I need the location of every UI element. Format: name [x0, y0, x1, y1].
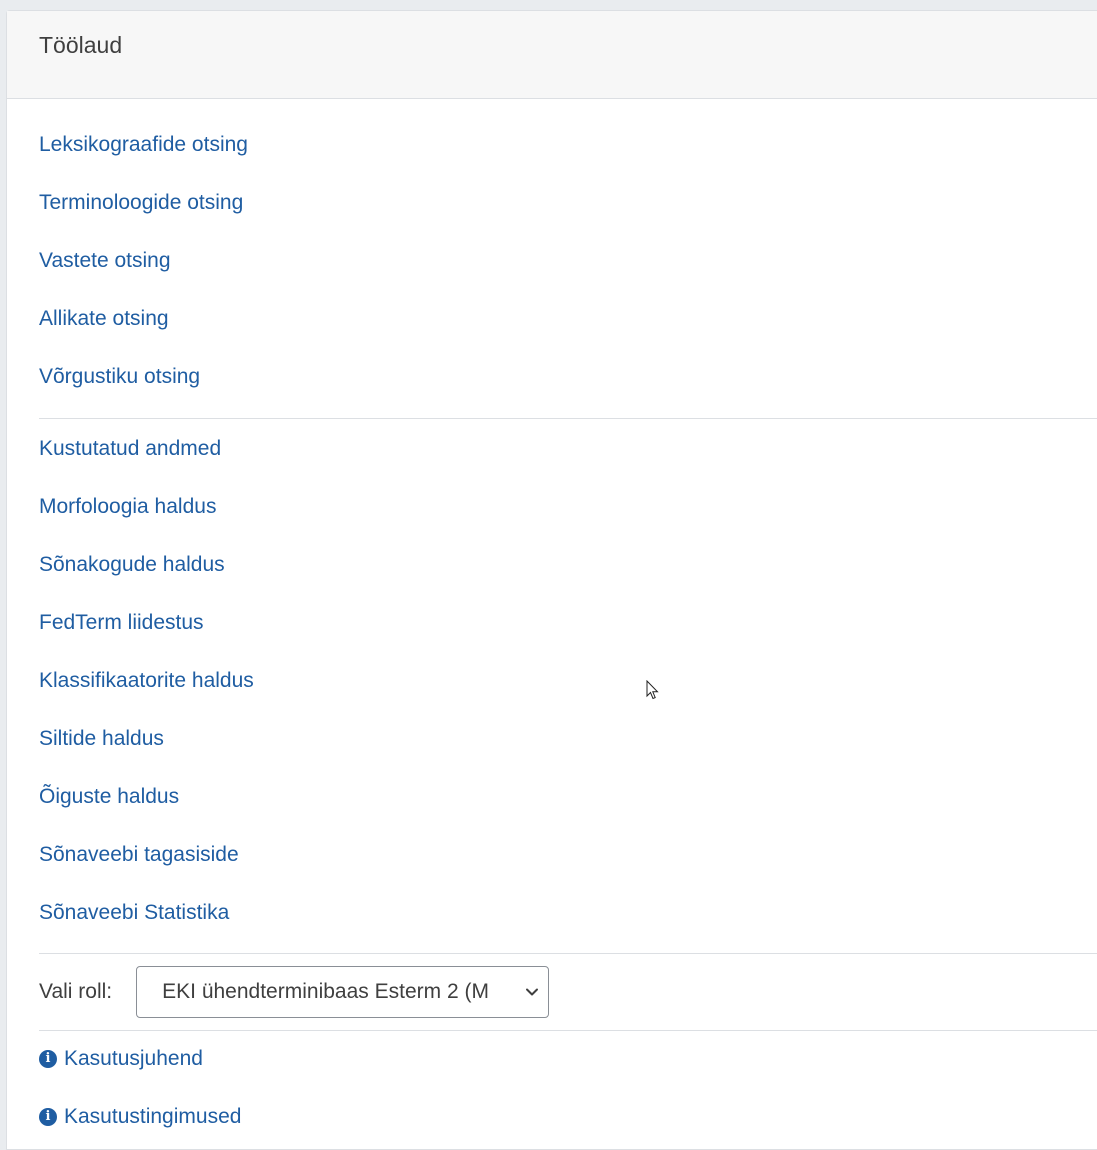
link-leksikograafide-otsing[interactable]: Leksikograafide otsing	[39, 132, 1097, 158]
link-terminoloogide-otsing[interactable]: Terminoloogide otsing	[39, 190, 1097, 216]
link-vorgustiku-otsing[interactable]: Võrgustiku otsing	[39, 364, 1097, 390]
link-klassifikaatorite-haldus[interactable]: Klassifikaatorite haldus	[39, 668, 1097, 694]
info-circle-icon: i	[39, 1108, 57, 1126]
link-label: Kasutustingimused	[64, 1105, 242, 1128]
search-links-group: Leksikograafide otsing Terminoloogide ot…	[39, 132, 1097, 390]
link-oiguste-haldus[interactable]: Õiguste haldus	[39, 784, 1097, 810]
card-header: Töölaud	[7, 11, 1097, 99]
role-label: Vali roll:	[39, 980, 113, 1003]
link-morfoloogia-haldus[interactable]: Morfoloogia haldus	[39, 494, 1097, 520]
dashboard-card: Töölaud Leksikograafide otsing Terminolo…	[6, 10, 1097, 1150]
link-sonakogude-haldus[interactable]: Sõnakogude haldus	[39, 552, 1097, 578]
info-links-group: i Kasutusjuhend i Kasutustingimused	[39, 1031, 1097, 1130]
mouse-cursor-icon	[646, 680, 659, 700]
card-body: Leksikograafide otsing Terminoloogide ot…	[7, 99, 1097, 1130]
link-siltide-haldus[interactable]: Siltide haldus	[39, 726, 1097, 752]
admin-links-group: Kustutatud andmed Morfoloogia haldus Sõn…	[39, 419, 1097, 926]
role-select[interactable]: EKI ühendterminibaas Esterm 2 (M	[136, 966, 550, 1018]
link-kasutusjuhend[interactable]: i Kasutusjuhend	[39, 1046, 1097, 1072]
link-kustutatud-andmed[interactable]: Kustutatud andmed	[39, 436, 1097, 462]
page-title: Töölaud	[39, 32, 123, 58]
chevron-down-icon	[526, 988, 539, 996]
link-vastete-otsing[interactable]: Vastete otsing	[39, 248, 1097, 274]
link-sonaveebi-statistika[interactable]: Sõnaveebi Statistika	[39, 900, 1097, 926]
role-select-value: EKI ühendterminibaas Esterm 2 (M	[162, 980, 489, 1003]
link-sonaveebi-tagasiside[interactable]: Sõnaveebi tagasiside	[39, 842, 1097, 868]
link-allikate-otsing[interactable]: Allikate otsing	[39, 306, 1097, 332]
info-circle-icon: i	[39, 1050, 57, 1068]
link-label: Kasutusjuhend	[64, 1047, 203, 1070]
link-kasutustingimused[interactable]: i Kasutustingimused	[39, 1104, 1097, 1130]
role-selector-row: Vali roll: EKI ühendterminibaas Esterm 2…	[39, 954, 1097, 1030]
link-fedterm-liidestus[interactable]: FedTerm liidestus	[39, 610, 1097, 636]
